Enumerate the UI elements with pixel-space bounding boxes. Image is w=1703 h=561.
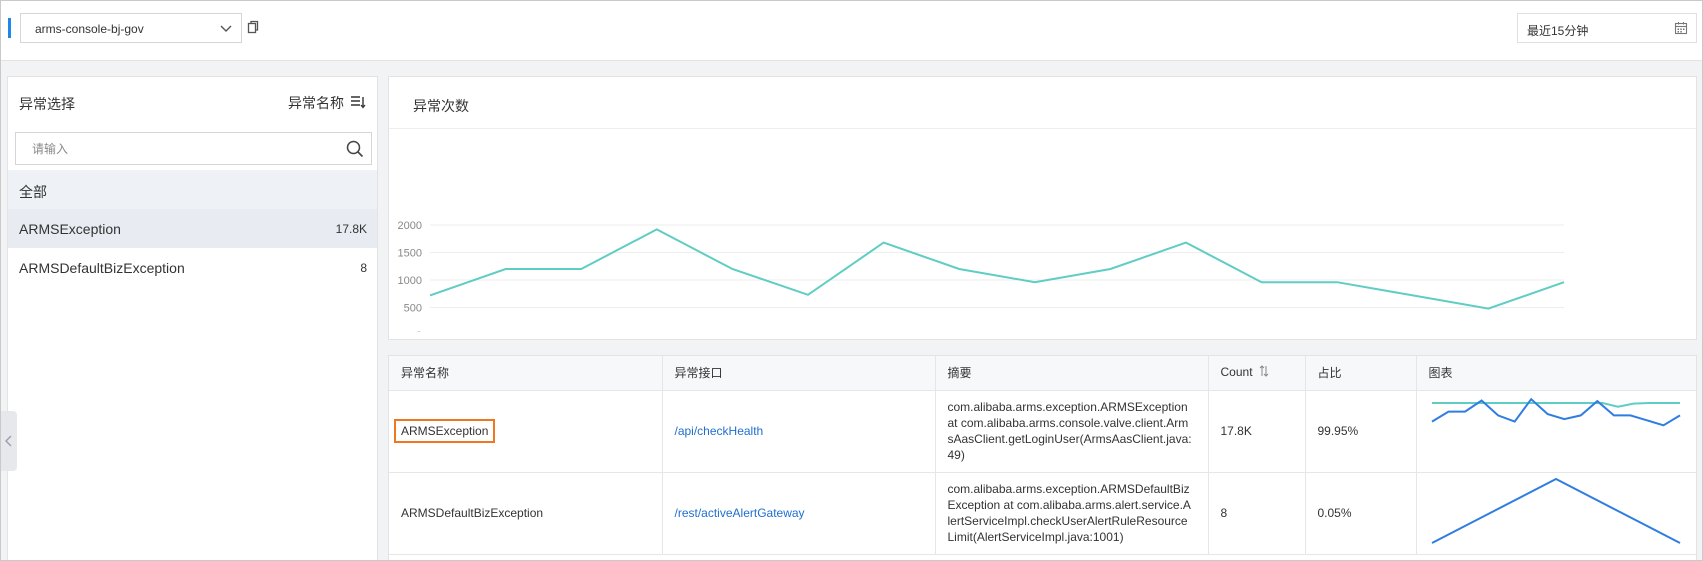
cell-sparkline xyxy=(1416,472,1696,555)
calendar-icon xyxy=(1674,21,1688,38)
col-header-chart: 图表 xyxy=(1416,356,1696,391)
exception-item-label: ARMSDefaultBizException xyxy=(19,260,185,276)
cell-sparkline xyxy=(1416,390,1696,473)
col-header-summary: 摘要 xyxy=(935,356,1209,391)
sort-icon[interactable] xyxy=(1259,365,1269,380)
cell-name: ARMSException xyxy=(389,390,663,473)
sparkline-yesterday xyxy=(1431,402,1680,408)
table-header-row: 异常名称 异常接口 摘要 Count 占比 图表 xyxy=(389,356,1696,391)
exception-item-count: 17.8K xyxy=(335,222,367,236)
app-selector-value: arms-console-bj-gov xyxy=(35,22,144,36)
sparkline-today xyxy=(1431,477,1680,544)
exception-item-label: ARMSException xyxy=(19,221,121,237)
cell-ratio: 0.05% xyxy=(1305,472,1417,555)
y-tick-label: 0 xyxy=(416,330,422,332)
cell-summary: com.alibaba.arms.exception.ARMSDefaultBi… xyxy=(935,472,1209,555)
api-link[interactable]: /rest/activeAlertGateway xyxy=(675,506,805,520)
cell-api: /rest/activeAlertGateway xyxy=(662,472,936,555)
count-header-label: Count xyxy=(1220,365,1253,380)
table-row[interactable]: ARMSException /api/checkHealth com.aliba… xyxy=(389,390,1696,473)
series-line-yesterday xyxy=(429,228,1565,310)
table-row[interactable]: ARMSDefaultBizException /rest/activeAler… xyxy=(389,472,1696,555)
exception-selection-panel: 异常选择 异常名称 全部 ARMSException 17.8K ARMSDef… xyxy=(7,76,378,560)
col-header-name: 异常名称 xyxy=(389,356,663,391)
time-range-value: 最近15分钟 xyxy=(1527,24,1589,38)
exception-panel-header: 异常选择 异常名称 xyxy=(8,77,377,127)
exception-search-box xyxy=(15,132,372,165)
cell-name: ARMSDefaultBizException xyxy=(389,472,663,555)
sort-list-icon xyxy=(350,95,366,112)
chart-title: 异常次数 xyxy=(413,98,469,114)
y-tick-label: 1500 xyxy=(398,248,422,260)
chart-series xyxy=(429,228,1565,310)
cell-ratio: 99.95% xyxy=(1305,390,1417,473)
y-axis-ticks: 2000 1500 1000 500 0 xyxy=(398,220,422,332)
cell-count: 8 xyxy=(1208,472,1306,555)
highlighted-exception-name[interactable]: ARMSException xyxy=(394,419,496,443)
y-tick-label: 1000 xyxy=(398,275,422,287)
cell-summary: com.alibaba.arms.exception.ARMSException… xyxy=(935,390,1209,473)
sort-label: 异常名称 xyxy=(288,95,344,111)
accent-bar xyxy=(8,18,11,38)
exception-count-chart-panel: 异常次数 2000150010005000 03-26 13:5103-26 1… xyxy=(388,76,1697,340)
divider xyxy=(389,128,1696,129)
y-tick-label: 500 xyxy=(404,303,422,315)
exception-item-count: 8 xyxy=(360,261,367,275)
top-bar: arms-console-bj-gov 最近15分钟 xyxy=(1,1,1702,61)
col-header-api: 异常接口 xyxy=(662,356,936,391)
exception-panel-title: 异常选择 xyxy=(19,96,75,112)
cell-api: /api/checkHealth xyxy=(662,390,936,473)
col-header-ratio: 占比 xyxy=(1305,356,1417,391)
exception-count-chart: 2000150010005000 03-26 13:5103-26 13:540… xyxy=(398,220,1565,332)
y-tick-label: 2000 xyxy=(398,220,422,232)
cell-count: 17.8K xyxy=(1208,390,1306,473)
summary-text: com.alibaba.arms.exception.ARMSDefaultBi… xyxy=(947,482,1191,544)
copy-icon[interactable] xyxy=(247,20,259,37)
api-link[interactable]: /api/checkHealth xyxy=(675,424,764,438)
collapse-panel-handle[interactable] xyxy=(1,411,17,471)
sparkline-chart xyxy=(1431,477,1680,544)
exception-search-input[interactable] xyxy=(16,133,336,164)
arms-exception-page: arms-console-bj-gov 最近15分钟 异常选择 异常名称 请输入… xyxy=(0,0,1703,561)
exception-table: 异常名称 异常接口 摘要 Count 占比 图表 ARMSException /… xyxy=(389,356,1696,555)
app-selector[interactable]: arms-console-bj-gov xyxy=(20,13,242,43)
exception-item-armsdefaultbizexception[interactable]: ARMSDefaultBizException 8 xyxy=(8,248,377,287)
chart-grid xyxy=(430,224,1564,308)
sparkline-chart xyxy=(1430,397,1681,427)
chevron-down-icon xyxy=(219,21,233,38)
search-icon[interactable] xyxy=(346,140,364,161)
time-range-picker[interactable]: 最近15分钟 xyxy=(1517,13,1697,43)
sort-by-name-button[interactable]: 异常名称 xyxy=(288,93,366,113)
col-header-count[interactable]: Count xyxy=(1208,356,1306,391)
exception-item-armsexception[interactable]: ARMSException 17.8K xyxy=(8,209,377,248)
exception-item-all[interactable]: 全部 xyxy=(8,170,377,209)
summary-text: com.alibaba.arms.exception.ARMSException… xyxy=(947,400,1192,462)
exception-item-label: 全部 xyxy=(19,184,47,200)
exception-table-panel: 异常名称 异常接口 摘要 Count 占比 图表 ARMSException /… xyxy=(388,355,1697,560)
